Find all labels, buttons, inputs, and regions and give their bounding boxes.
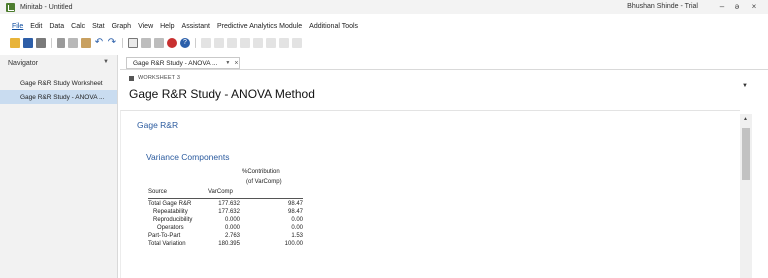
print-icon[interactable] (36, 38, 46, 48)
toolbar: ↶ ↷ ? (10, 36, 302, 50)
menu-bar: File Edit Data Calc Stat Graph View Help… (0, 21, 365, 32)
chart-icon[interactable] (279, 38, 289, 48)
table-cell-source: Part-To-Part (148, 233, 181, 239)
table-cell-varcomp: 2.763 (224, 233, 240, 239)
column-header-source: Source (148, 189, 168, 195)
copy-icon[interactable] (68, 38, 78, 48)
find-icon[interactable] (141, 38, 151, 48)
output-pane: Gage R&R Variance Components %Contributi… (120, 110, 740, 278)
table-cell-contribution: 1.53 (291, 233, 303, 239)
menu-assistant[interactable]: Assistant (182, 23, 210, 30)
table-cell-contribution: 98.47 (287, 209, 303, 215)
title-bar: Minitab - Untitled Bhushan Shinde - Tria… (0, 0, 768, 14)
table-cell-varcomp: 0.000 (224, 225, 240, 231)
cut-icon[interactable] (57, 38, 65, 48)
section-title: Gage R&R (137, 120, 179, 130)
navigator-list: Gage R&R Study Worksheet Gage R&R Study … (0, 76, 117, 104)
menu-edit[interactable]: Edit (30, 23, 42, 30)
column-header-varcomp: VarComp (208, 189, 233, 195)
table-cell-contribution: 0.00 (291, 225, 303, 231)
menu-view[interactable]: View (138, 23, 153, 30)
insert-row-icon[interactable] (214, 38, 224, 48)
scrollbar-thumb[interactable] (742, 128, 750, 180)
menu-data[interactable]: Data (49, 23, 64, 30)
menu-stat[interactable]: Stat (92, 23, 104, 30)
menu-graph[interactable]: Graph (112, 23, 131, 30)
worksheet-icon (129, 76, 134, 81)
sort-icon[interactable] (240, 38, 250, 48)
variance-components-title: Variance Components (146, 152, 230, 162)
table-cell-source: Total Gage R&R (148, 201, 192, 207)
toolbar-separator (122, 38, 123, 48)
help-icon[interactable]: ? (180, 38, 190, 48)
menu-predictive-analytics-module[interactable]: Predictive Analytics Module (217, 23, 302, 30)
vertical-scrollbar[interactable]: ▲ (740, 114, 752, 278)
table-cell-source: Reproducibility (153, 217, 193, 223)
table-cell-varcomp: 177.632 (218, 201, 240, 207)
delete-row-icon[interactable] (227, 38, 237, 48)
table-cell-contribution: 0.00 (291, 217, 303, 223)
page-title: Gage R&R Study - ANOVA Method (129, 87, 315, 101)
minimize-button[interactable]: – (716, 2, 728, 12)
table-cell-contribution: 98.47 (287, 201, 303, 207)
chevron-down-icon[interactable]: ▼ (742, 83, 748, 89)
table-cell-varcomp: 180.395 (218, 241, 240, 247)
close-icon[interactable]: × (234, 60, 238, 67)
column-header-contribution-line1: %Contribution (242, 169, 280, 175)
table-cell-contribution: 100.00 (284, 241, 303, 247)
paste-icon[interactable] (81, 38, 91, 48)
graph-brush-icon[interactable] (266, 38, 276, 48)
toolbar-separator (195, 38, 196, 48)
menu-calc[interactable]: Calc (71, 23, 85, 30)
table-cell-source: Operators (157, 225, 184, 231)
column-header-contribution-line2: (of VarComp) (246, 179, 282, 185)
table-cell-varcomp: 0.000 (224, 217, 240, 223)
window-title: Minitab - Untitled (20, 3, 73, 11)
table-cell-source: Total Variation (148, 241, 186, 247)
table-header-rule (148, 198, 303, 199)
menu-file[interactable]: File (12, 23, 23, 30)
open-folder-icon[interactable] (10, 38, 20, 48)
tab-divider (120, 69, 768, 70)
navigator-title: Navigator (8, 60, 38, 67)
column-icon[interactable] (253, 38, 263, 48)
chevron-down-icon[interactable]: ▼ (225, 60, 230, 66)
replace-icon[interactable] (154, 38, 164, 48)
navigator-item-label: Gage R&R Study - ANOVA ... (20, 93, 105, 101)
redo-icon[interactable]: ↷ (107, 38, 117, 48)
chevron-down-icon[interactable]: ▼ (103, 59, 109, 65)
minitab-logo-icon (6, 2, 15, 12)
menu-additional-tools[interactable]: Additional Tools (309, 23, 358, 30)
toolbar-separator (51, 38, 52, 48)
scroll-up-icon[interactable]: ▲ (743, 116, 748, 122)
maximize-button[interactable]: ə (731, 2, 743, 12)
edit-graph-icon[interactable] (292, 38, 302, 48)
navigator-item-label: Gage R&R Study Worksheet (20, 79, 103, 87)
save-icon[interactable] (23, 38, 33, 48)
navigator-item-worksheet[interactable]: Gage R&R Study Worksheet (0, 76, 117, 90)
tab-anova-output[interactable]: Gage R&R Study - ANOVA ... ▼ × (126, 57, 240, 69)
navigator-pane: Navigator ▼ Gage R&R Study Worksheet Gag… (0, 55, 118, 278)
navigator-item-anova[interactable]: Gage R&R Study - ANOVA ... (0, 90, 117, 104)
close-button[interactable]: × (748, 2, 760, 12)
table-cell-varcomp: 177.632 (218, 209, 240, 215)
table-cell-source: Repeatability (153, 209, 188, 215)
undo-icon[interactable]: ↶ (94, 38, 104, 48)
worksheet-label: WORKSHEET 3 (138, 75, 181, 81)
tab-label: Gage R&R Study - ANOVA ... (133, 59, 218, 67)
function-icon[interactable] (201, 38, 211, 48)
user-name[interactable]: Bhushan Shinde - Trial (627, 3, 698, 10)
window-icon[interactable] (128, 38, 138, 48)
navigator-header: Navigator ▼ (0, 55, 117, 72)
cancel-icon[interactable] (167, 38, 177, 48)
menu-help[interactable]: Help (160, 23, 174, 30)
